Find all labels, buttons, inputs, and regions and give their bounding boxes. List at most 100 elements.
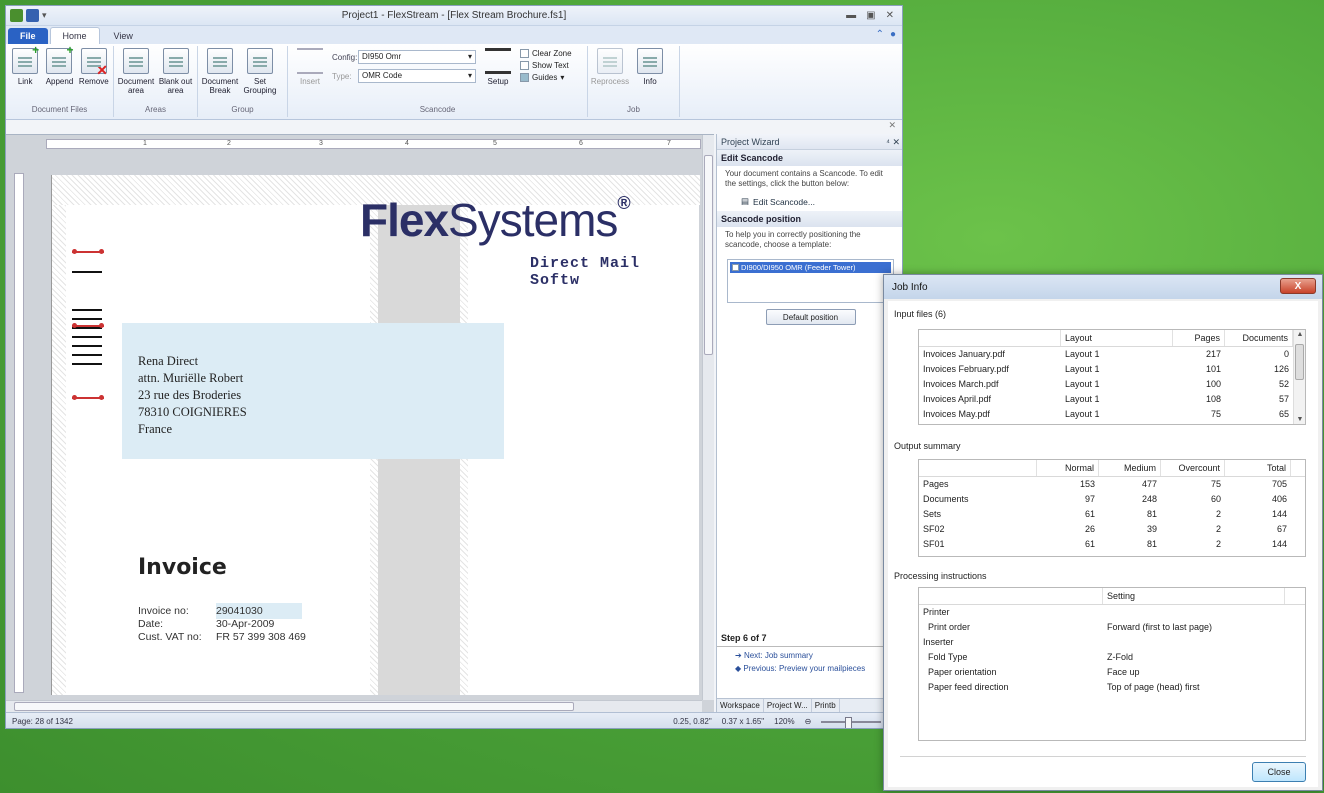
tab-workspace[interactable]: Workspace (717, 699, 764, 712)
tab-printb[interactable]: Printb (812, 699, 840, 712)
maximize-icon[interactable]: ▣ (866, 10, 875, 21)
edit-scancode-link[interactable]: ▤ Edit Scancode... (717, 192, 902, 211)
document-area-icon (123, 48, 149, 74)
quick-access-toolbar: ▾ (6, 9, 47, 22)
config-label: Config: (332, 52, 358, 62)
table-row[interactable]: Invoices January.pdf Layout 1 217 0 (919, 347, 1305, 362)
pane-pin-close-icon[interactable]: ⁴ ✕ (886, 137, 900, 147)
table-row[interactable]: Paper feed direction Top of page (head) f… (919, 680, 1305, 695)
scancode-position-heading: Scancode position (717, 211, 902, 227)
document-break-button[interactable]: Document Break (202, 46, 238, 105)
tab-project-wizard[interactable]: Project W... (764, 699, 812, 712)
guides-dropdown[interactable]: Guides ▾ (520, 73, 572, 82)
wizard-title: Project Wizard (721, 137, 780, 147)
tagline: Direct Mail Softw (530, 255, 641, 289)
vertical-scrollbar[interactable] (702, 135, 714, 700)
tab-file[interactable]: File (8, 28, 48, 44)
link-icon: + (12, 44, 39, 74)
template-item[interactable]: DI900/DI950 OMR (Feeder Tower) (730, 262, 891, 273)
group-document-files: + Link + Append ✕ Remove Document Files (6, 44, 114, 117)
info-button[interactable]: Info (632, 46, 668, 105)
table-row[interactable]: Invoices February.pdf Layout 1 101 126 (919, 362, 1305, 377)
template-list[interactable]: DI900/DI950 OMR (Feeder Tower) (727, 259, 894, 303)
vertical-ruler (14, 173, 24, 693)
blank-out-area-button[interactable]: Blank out area (158, 46, 193, 105)
help-icon[interactable]: ● (890, 29, 896, 40)
zoom-level: 120% (774, 717, 795, 726)
setup-button[interactable]: Setup (480, 46, 516, 105)
close-window-icon[interactable]: ✕ (886, 10, 894, 21)
job-info-dialog: Job Info X Input files (6) Layout Pages … (883, 274, 1323, 791)
status-bar: Page: 28 of 1342 0.25, 0.82" 0.37 x 1.65… (6, 712, 902, 728)
group-label-areas: Areas (145, 105, 166, 114)
scancode-marks[interactable] (72, 271, 104, 280)
scancode-marks-2[interactable] (72, 309, 104, 372)
title-bar: ▾ Project1 - FlexStream - [Flex Stream B… (6, 6, 902, 26)
scancode-guide-bottom[interactable] (72, 395, 104, 400)
info-icon (637, 48, 663, 74)
input-files-scrollbar[interactable]: ▲ ▼ (1293, 330, 1305, 424)
scancode-guide-mid[interactable] (72, 323, 104, 328)
document-canvas[interactable]: 1 2 3 4 5 6 7 FlexSystems® Direct Mail S… (6, 134, 714, 712)
minimize-icon[interactable]: ▬ (846, 10, 856, 21)
next-link[interactable]: ➔ Next: Job summary (717, 647, 902, 664)
table-row[interactable]: Inserter (919, 635, 1305, 650)
tab-view[interactable]: View (102, 28, 145, 44)
collapse-ribbon-icon[interactable]: ⌃ (876, 29, 884, 40)
zoom-out-icon[interactable]: ⊖ (805, 717, 812, 726)
table-row[interactable]: SF02 26 39 2 67 (919, 522, 1305, 537)
group-scancode: Insert Config: DI950 Omr ▾ Type: OMR Code ▾ … (288, 46, 588, 117)
zoom-slider[interactable] (821, 716, 882, 728)
horizontal-scrollbar[interactable] (6, 700, 702, 712)
blank-out-area-icon (162, 48, 189, 74)
document-area-button[interactable]: Document area (118, 46, 154, 105)
close-pane-icon[interactable]: ✕ (6, 120, 902, 132)
link-button[interactable]: + Link (10, 44, 40, 105)
dialog-close-icon[interactable]: X (1280, 278, 1316, 294)
size-readout: 0.37 x 1.65" (721, 717, 765, 726)
output-summary-label: Output summary (888, 441, 1308, 451)
table-row[interactable]: Print order Forward (first to last page) (919, 620, 1305, 635)
customize-qa-icon[interactable]: ▾ (42, 10, 47, 21)
scancode-icon: ▤ (741, 196, 750, 206)
set-grouping-button[interactable]: Set Grouping (242, 46, 278, 105)
type-select[interactable]: OMR Code ▾ (358, 69, 476, 83)
ribbon-tabs: File Home View ⌃ ● (6, 26, 902, 44)
show-text-checkbox[interactable]: Show Text (520, 61, 572, 70)
remove-button[interactable]: ✕ Remove (79, 46, 109, 105)
invoice-row: Cust. VAT no: FR 57 399 308 469 (138, 631, 306, 643)
previous-link[interactable]: ◆ Previous: Preview your mailpieces (717, 664, 902, 677)
table-row[interactable]: Invoices April.pdf Layout 1 108 57 (919, 392, 1305, 407)
append-button[interactable]: + Append (44, 44, 74, 105)
default-position-button[interactable]: Default position (765, 309, 856, 325)
table-row[interactable]: Sets 61 81 2 144 (919, 507, 1305, 522)
input-files-table[interactable]: Layout Pages Documents Invoices January.… (918, 329, 1306, 425)
group-label-group: Group (231, 105, 254, 114)
reprocess-icon (597, 48, 623, 74)
horizontal-ruler: 1 2 3 4 5 6 7 (46, 139, 701, 149)
output-summary-table[interactable]: Normal Medium Overcount Total Pages 153 47… (918, 459, 1306, 557)
table-row[interactable]: Fold Type Z-Fold (919, 650, 1305, 665)
window-title: Project1 - FlexStream - [Flex Stream Bro… (341, 10, 567, 21)
group-areas: Document area Blank out area Areas (114, 46, 198, 117)
close-button[interactable]: Close (1252, 762, 1306, 782)
save-icon[interactable] (26, 9, 39, 22)
table-row[interactable]: Invoices March.pdf Layout 1 100 52 (919, 377, 1305, 392)
reprocess-button[interactable]: Reprocess (591, 46, 629, 105)
table-row[interactable]: Paper orientation Face up (919, 665, 1305, 680)
insert-button[interactable]: Insert (292, 46, 328, 105)
config-select[interactable]: DI950 Omr ▾ (358, 50, 476, 64)
group-group: Document Break Set Grouping Group (198, 46, 288, 117)
table-row[interactable]: Pages 153 477 75 705 (919, 477, 1305, 492)
table-row[interactable]: Printer (919, 605, 1305, 620)
scancode-guide-top[interactable] (72, 249, 104, 254)
clear-zone-checkbox[interactable]: Clear Zone (520, 49, 572, 58)
table-row[interactable]: SF01 61 81 2 144 (919, 537, 1305, 552)
app-icon[interactable] (10, 9, 23, 22)
table-row[interactable]: Invoices May.pdf Layout 1 75 65 (919, 407, 1305, 422)
tab-home[interactable]: Home (49, 27, 100, 44)
processing-instructions-table[interactable]: Setting Printer Print order Forward (firs… (918, 587, 1306, 741)
ribbon: + Link + Append ✕ Remove Document Files Doc… (6, 44, 902, 120)
table-row[interactable]: Documents 97 248 60 406 (919, 492, 1305, 507)
wizard-step-nav: Step 6 of 7 ➔ Next: Job summary ◆ Previo… (717, 630, 902, 677)
